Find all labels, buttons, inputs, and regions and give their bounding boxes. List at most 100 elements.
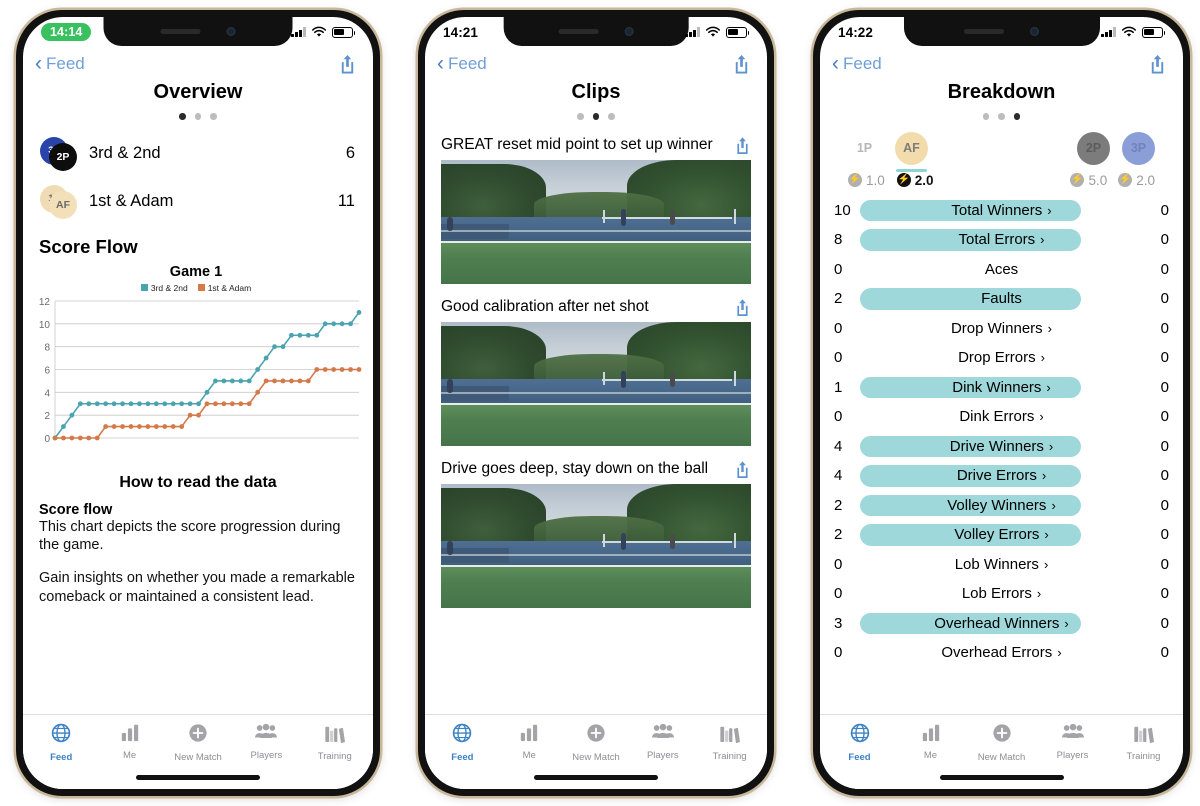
page-dots-clips [425,113,767,120]
phone-breakdown: 14:22 ‹ Feed Breakdown 1P AF 2P 3P ⚡ 1.0… [813,10,1190,796]
back-button-feed[interactable]: ‹ Feed [832,53,882,74]
stat-row[interactable]: 0 Overhead Errors › 0 [820,638,1183,668]
stat-row[interactable]: 0 Drop Winners › 0 [820,314,1183,344]
chevron-right-icon[interactable]: › [1039,409,1043,424]
clip-header: GREAT reset mid point to set up winner [425,130,767,160]
chevron-right-icon[interactable]: › [1049,439,1053,454]
stat-row[interactable]: 1 Dink Winners › 0 [820,373,1183,403]
chevron-right-icon[interactable]: › [1040,232,1044,247]
share-icon[interactable] [732,53,751,75]
back-button-feed[interactable]: ‹ Feed [35,53,85,74]
stat-right-value: 0 [1160,644,1169,662]
chevron-right-icon[interactable]: › [1041,350,1045,365]
share-icon[interactable] [734,460,751,479]
stat-row[interactable]: 8 Total Errors › 0 [820,225,1183,255]
chevron-right-icon[interactable]: › [1064,616,1068,631]
tab-feed[interactable]: Feed [824,722,895,763]
stat-row[interactable]: 0 Dink Errors › 0 [820,402,1183,432]
team-row[interactable]: 3P 2P 3rd & 2nd 6 [23,130,373,178]
dot-1[interactable] [179,113,186,120]
stat-label-area: Volley Winners › [860,491,1143,521]
stat-right-value: 0 [1160,201,1169,219]
dot-3[interactable] [210,113,217,120]
chevron-right-icon[interactable]: › [1044,557,1048,572]
tab-training[interactable]: Training [696,722,763,762]
player-avatar-1p[interactable]: 1P [848,132,881,165]
share-icon[interactable] [338,53,357,75]
stat-label-text: Drop Winners [950,319,1043,337]
tab-feed[interactable]: Feed [27,722,95,763]
stat-row[interactable]: 4 Drive Errors › 0 [820,461,1183,491]
stat-left-value: 1 [834,378,843,396]
stat-left-value: 0 [834,408,843,426]
tab-me[interactable]: Me [496,722,563,761]
player-avatar-2p[interactable]: 2P [1077,131,1110,165]
stat-right-value: 0 [1160,585,1169,603]
dot-2[interactable] [998,113,1005,120]
chevron-right-icon[interactable]: › [1047,203,1051,218]
stat-row[interactable]: 0 Lob Winners › 0 [820,550,1183,580]
stat-label-area: Faults [860,284,1143,314]
stat-row[interactable]: 2 Volley Errors › 0 [820,520,1183,550]
tab-new-match[interactable]: New Match [563,722,630,763]
stat-label-area: Dink Winners › [860,373,1143,403]
plus-circle-icon [187,722,209,749]
clip-thumbnail[interactable] [441,159,751,284]
clip-card[interactable]: GREAT reset mid point to set up winner [425,130,767,292]
chevron-right-icon[interactable]: › [1048,321,1052,336]
stat-row: 2 Faults 0 [820,284,1183,314]
dot-1[interactable] [982,113,990,120]
chevron-right-icon[interactable]: › [1042,468,1046,483]
tab-training[interactable]: Training [301,722,369,762]
chevron-right-icon[interactable]: › [1037,586,1041,601]
section-title-score-flow: Score Flow [39,235,138,257]
dot-2[interactable] [592,113,600,120]
stat-row[interactable]: 0 Lob Errors › 0 [820,579,1183,609]
stat-row[interactable]: 0 Drop Errors › 0 [820,343,1183,373]
stat-label-text: Overhead Winners [934,614,1060,632]
stat-row[interactable]: 3 Overhead Winners › 0 [820,609,1183,639]
clip-card[interactable]: Drive goes deep, stay down on the ball [425,454,767,616]
chevron-right-icon[interactable]: › [1046,380,1050,395]
clip-thumbnail[interactable] [441,321,751,446]
tab-new-match[interactable]: New Match [164,722,232,763]
tab-players[interactable]: Players [232,722,300,761]
player-selector: 1P AF 2P 3P [820,130,1183,172]
dot-3[interactable] [608,113,615,120]
chevron-right-icon[interactable]: › [1044,527,1048,542]
share-icon[interactable] [734,298,751,317]
tab-players[interactable]: Players [1037,722,1108,761]
dot-2[interactable] [194,113,202,120]
player-avatar-af[interactable]: AF [895,131,928,172]
stat-label-area: Dink Errors › [860,402,1143,432]
share-icon[interactable] [734,136,751,155]
books-icon [323,722,346,748]
back-button-feed[interactable]: ‹ Feed [437,53,487,74]
tab-label: Me [923,750,938,761]
chart-title: Game 1 [169,263,223,280]
stat-label: Dink Errors › [959,408,1043,425]
svg-text:12: 12 [39,297,51,308]
stat-label: Drop Winners › [951,320,1052,337]
tab-players[interactable]: Players [629,722,696,761]
stat-row[interactable]: 4 Drive Winners › 0 [820,432,1183,462]
chevron-right-icon[interactable]: › [1051,498,1055,513]
player-avatar-3p[interactable]: 3P [1122,131,1155,165]
dot-1[interactable] [577,113,584,120]
chevron-right-icon[interactable]: › [1057,645,1061,660]
tab-me[interactable]: Me [895,722,966,761]
stat-label-text: Overhead Errors [941,644,1053,662]
stat-row[interactable]: 2 Volley Winners › 0 [820,491,1183,521]
dot-3[interactable] [1013,113,1021,120]
tab-me[interactable]: Me [95,722,163,761]
clip-title: GREAT reset mid point to set up winner [441,136,713,153]
clip-thumbnail[interactable] [441,483,751,608]
tab-new-match[interactable]: New Match [966,722,1037,763]
tab-training[interactable]: Training [1108,722,1179,762]
team-row[interactable]: 1P AF 1st & Adam 11 [23,178,373,226]
clip-card[interactable]: Good calibration after net shot [425,292,767,454]
share-icon[interactable] [1148,53,1167,75]
stat-row[interactable]: 10 Total Winners › 0 [820,196,1183,226]
tab-feed[interactable]: Feed [429,722,496,763]
tab-bar-breakdown: Feed Me New Match Players Training [820,714,1183,765]
